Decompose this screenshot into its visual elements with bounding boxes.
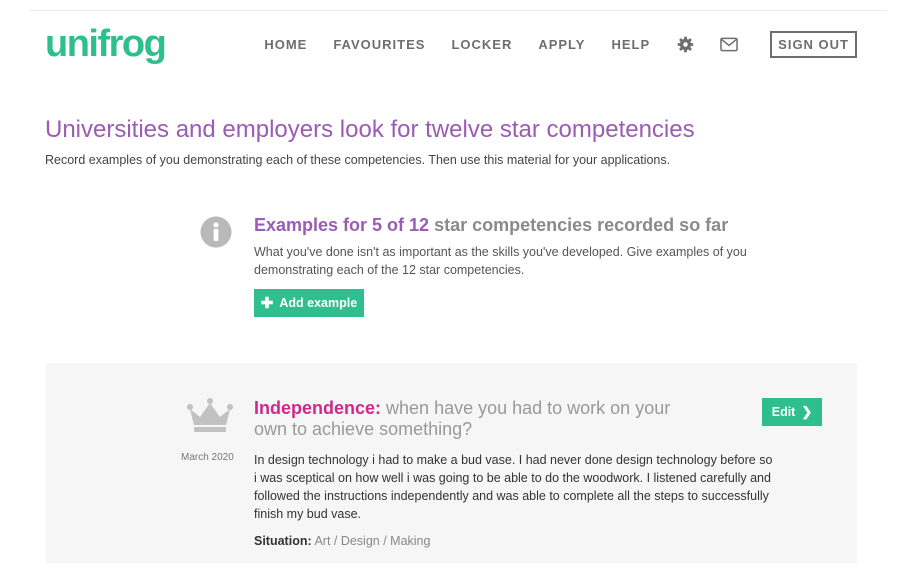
page-title: Universities and employers look for twel… (45, 116, 695, 143)
chevron-right-icon: ❯ (801, 404, 813, 419)
example-date: March 2020 (181, 452, 234, 463)
plus-icon: ✚ (260, 295, 274, 312)
situation-label: Situation: (254, 534, 312, 548)
edit-label: Edit (771, 405, 796, 419)
nav-locker[interactable]: LOCKER (451, 37, 512, 52)
example-story: In design technology i had to make a bud… (254, 453, 773, 521)
top-divider (30, 10, 887, 11)
progress-prefix: Examples for (254, 215, 373, 235)
main-nav: HOME FAVOURITES LOCKER APPLY HELP SIGN O… (264, 31, 857, 58)
info-icon (200, 216, 232, 253)
progress-count: 5 of 12 (372, 215, 430, 235)
competency-heading: Independence: when have you had to work … (254, 398, 674, 440)
nav-help[interactable]: HELP (611, 37, 650, 52)
nav-apply[interactable]: APPLY (538, 37, 585, 52)
add-example-button[interactable]: ✚ Add example (254, 289, 364, 317)
gear-icon[interactable] (676, 36, 694, 54)
page-subtitle: Record examples of you demonstrating eac… (45, 153, 671, 167)
progress-heading: Examples for 5 of 12 star competencies r… (254, 215, 728, 236)
sign-out-button[interactable]: SIGN OUT (770, 31, 857, 58)
nav-favourites[interactable]: FAVOURITES (333, 37, 425, 52)
situation-line: Situation: Art / Design / Making (254, 534, 430, 548)
nav-home[interactable]: HOME (264, 37, 307, 52)
progress-suffix: star competencies recorded so far (429, 215, 729, 235)
mail-icon[interactable] (720, 36, 738, 54)
unifrog-logo[interactable]: unifrog (45, 22, 167, 66)
progress-description: What you've done isn't as important as t… (254, 245, 747, 277)
competency-name: Independence: (254, 398, 382, 418)
add-example-label: Add example (279, 296, 358, 310)
situation-value: Art / Design / Making (314, 534, 431, 548)
edit-button[interactable]: Edit ❯ (762, 398, 822, 426)
crown-icon (186, 397, 234, 438)
